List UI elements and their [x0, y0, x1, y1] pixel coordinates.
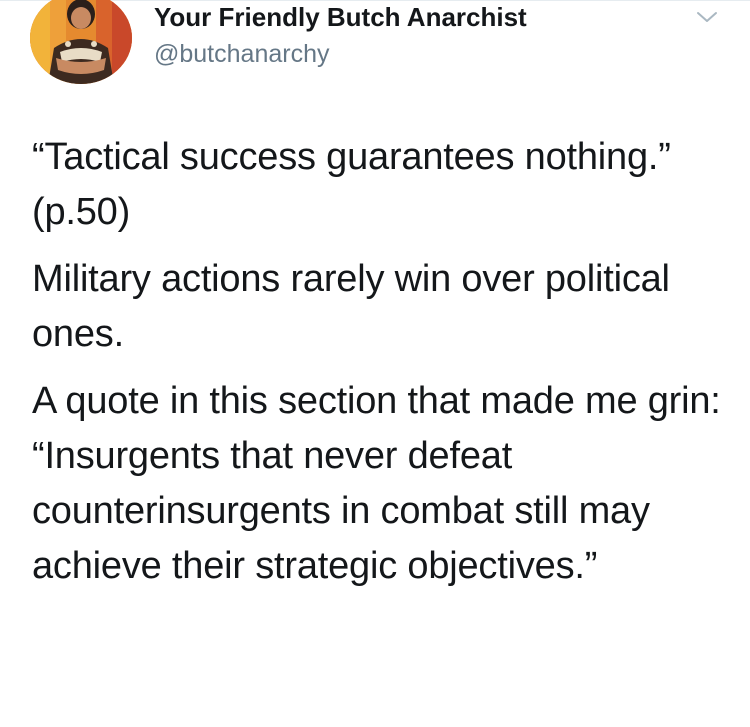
avatar[interactable] — [30, 0, 132, 84]
tweet-header: Your Friendly Butch Anarchist @butchanar… — [30, 0, 730, 92]
user-names: Your Friendly Butch Anarchist @butchanar… — [154, 2, 527, 70]
tweet-paragraph-1: “Tactical success guarantees nothing.” (… — [32, 136, 671, 233]
display-name[interactable]: Your Friendly Butch Anarchist — [154, 2, 527, 32]
chevron-down-icon[interactable] — [692, 6, 722, 28]
avatar-illustration-icon — [30, 0, 132, 84]
tweet-paragraph-3: A quote in this section that made me gri… — [32, 380, 721, 587]
tweet-paragraph-2: Military actions rarely win over politic… — [32, 258, 670, 355]
tweet-text: “Tactical success guarantees nothing.” (… — [32, 130, 732, 606]
user-handle[interactable]: @butchanarchy — [154, 38, 527, 70]
